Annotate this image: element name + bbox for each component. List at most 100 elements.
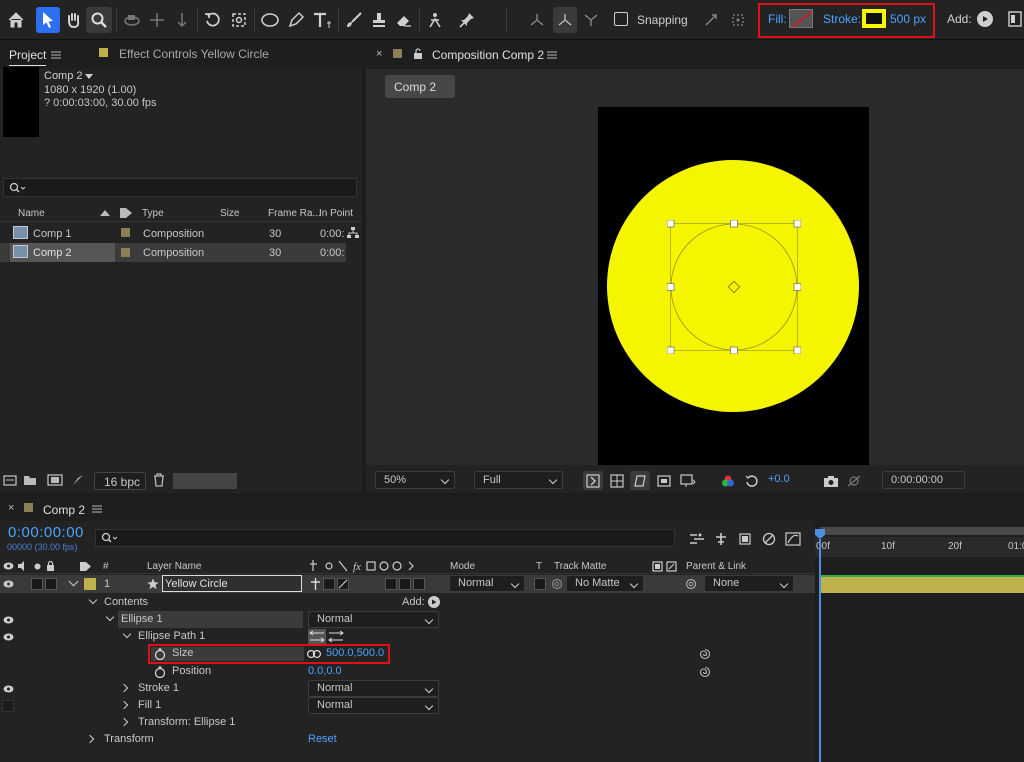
tab-menu-icon[interactable]	[91, 503, 103, 515]
frame-blending-icon[interactable]	[760, 531, 778, 547]
time-graph[interactable]: 00f 10f 20f 01:0	[815, 521, 1024, 762]
puppet-pin-icon[interactable]	[455, 8, 479, 32]
grid-guides-icon[interactable]	[678, 471, 698, 490]
contents-chevron[interactable]	[88, 595, 98, 605]
col-mode[interactable]: Mode	[450, 561, 475, 572]
matte-invert-icon[interactable]	[665, 560, 677, 572]
stroke1-chevron[interactable]	[119, 683, 129, 693]
pan-camera-icon[interactable]	[145, 8, 169, 32]
pen-tool-icon[interactable]	[284, 8, 308, 32]
stopwatch-icon[interactable]	[153, 647, 166, 660]
size-value[interactable]: 500.0,500.0	[326, 647, 384, 659]
path-direction-icons[interactable]	[308, 629, 346, 644]
shape-bounding-box[interactable]	[667, 220, 801, 354]
reset-exposure-icon[interactable]	[742, 471, 762, 490]
dolly-camera-icon[interactable]	[170, 8, 194, 32]
col-in-point[interactable]: In Point	[319, 208, 353, 219]
label-column-icon[interactable]	[118, 206, 134, 220]
new-folder-icon[interactable]	[22, 473, 38, 487]
hand-tool-icon[interactable]	[62, 8, 86, 32]
tab-menu-icon[interactable]	[50, 49, 62, 61]
transform-reset-link[interactable]: Reset	[308, 733, 337, 745]
project-search-input[interactable]	[3, 178, 357, 197]
stroke-label[interactable]: Stroke:	[823, 12, 861, 26]
home-icon[interactable]	[4, 8, 28, 32]
transform-chevron[interactable]	[85, 734, 95, 744]
video-eye-icon[interactable]	[2, 683, 14, 695]
close-tab-icon[interactable]: ×	[376, 48, 382, 60]
ellipse-tool-icon[interactable]	[258, 8, 282, 32]
ellipse1-mode-dropdown[interactable]: Normal	[308, 611, 439, 628]
stroke1-mode-dropdown[interactable]: Normal	[308, 680, 439, 697]
project-item-comp1[interactable]: Comp 1 Composition 30 0:00:	[0, 224, 348, 243]
collapse-switch[interactable]	[323, 578, 335, 590]
orbit-camera-icon[interactable]	[120, 8, 144, 32]
col-size[interactable]: Size	[220, 208, 239, 219]
timeline-timecode[interactable]: 0:00:00:00	[8, 524, 84, 541]
snapping-checkbox[interactable]	[614, 12, 628, 26]
audio-speaker-icon[interactable]	[16, 560, 28, 572]
fill1-mode-dropdown[interactable]: Normal	[308, 697, 439, 714]
trash-icon[interactable]	[151, 472, 167, 488]
position-value[interactable]: 0.0,0.0	[308, 665, 342, 677]
lock-toggle[interactable]	[45, 578, 57, 590]
snap-edges-icon[interactable]	[700, 8, 722, 32]
expression-pickwhip-icon[interactable]	[698, 647, 712, 661]
motion-blur-switch[interactable]	[385, 578, 397, 590]
sort-ascending-icon[interactable]	[100, 210, 110, 216]
region-of-interest-icon[interactable]	[654, 471, 674, 490]
time-ruler[interactable]: 00f 10f 20f 01:0	[815, 537, 1024, 557]
transparency-grid-icon[interactable]	[607, 471, 627, 490]
label-color-swatch[interactable]	[121, 248, 130, 257]
layer-mode-dropdown[interactable]: Normal	[449, 575, 525, 592]
new-composition-icon[interactable]	[46, 473, 64, 487]
add-shape-play-icon[interactable]	[428, 596, 440, 608]
fill1-chevron[interactable]	[119, 700, 129, 710]
label-color-swatch[interactable]	[121, 228, 130, 237]
hide-shy-layers-icon[interactable]	[736, 531, 754, 547]
stroke-width-value[interactable]: 500 px	[890, 12, 926, 26]
col-layer-name[interactable]: Layer Name	[147, 561, 201, 572]
matte-switch-icon[interactable]	[651, 560, 663, 572]
ellipse1-chevron[interactable]	[105, 612, 115, 622]
lock-icon[interactable]	[44, 560, 56, 572]
preserve-transparency-toggle[interactable]	[534, 578, 546, 590]
roto-brush-icon[interactable]	[423, 8, 449, 32]
work-area-bar[interactable]	[820, 527, 1024, 535]
track-matte-dropdown[interactable]: No Matte	[566, 575, 644, 592]
snap-features-icon[interactable]	[727, 8, 749, 32]
exposure-value[interactable]: +0.0	[768, 473, 790, 485]
panel-menu-icon[interactable]	[1006, 10, 1024, 28]
project-settings-icon[interactable]	[70, 472, 86, 488]
local-axis-icon[interactable]	[526, 8, 548, 32]
stopwatch-icon[interactable]	[153, 665, 166, 678]
bit-depth-button[interactable]: 16 bpc	[94, 472, 146, 490]
view-axis-icon[interactable]	[580, 8, 602, 32]
composition-mini-flowchart-icon[interactable]	[688, 531, 706, 547]
close-tab-icon[interactable]: ×	[8, 502, 14, 514]
viewer-timecode[interactable]: 0:00:00:00	[882, 471, 965, 489]
lock-icon[interactable]	[412, 47, 424, 59]
fill-label[interactable]: Fill:	[768, 12, 787, 26]
tab-project[interactable]: Project	[9, 48, 47, 66]
project-scroll-thumb[interactable]	[173, 473, 237, 489]
ellipse-path-chevron[interactable]	[122, 629, 132, 639]
col-t[interactable]: T	[536, 561, 542, 572]
comp-nav-button[interactable]: Comp 2	[385, 75, 455, 98]
rotation-tool-icon[interactable]	[201, 8, 225, 32]
project-item-comp2[interactable]: Comp 2 Composition 30 0:00:	[0, 243, 346, 262]
expression-pickwhip-icon[interactable]	[698, 665, 712, 679]
constrain-proportions-link-icon[interactable]	[306, 647, 322, 660]
shy-switch-icon[interactable]	[309, 577, 321, 591]
clone-stamp-icon[interactable]	[367, 8, 391, 32]
tab-menu-icon[interactable]	[546, 49, 558, 61]
col-name[interactable]: Name	[18, 208, 45, 219]
fast-previews-icon[interactable]	[583, 471, 603, 490]
eraser-tool-icon[interactable]	[392, 8, 416, 32]
flowchart-icon[interactable]	[346, 226, 360, 240]
layer-row-yellow-circle[interactable]: 1 Yellow Circle Normal No Matte None	[0, 575, 815, 593]
resolution-dropdown[interactable]: Full	[474, 471, 563, 489]
parent-dropdown[interactable]: None	[704, 575, 794, 592]
layer-name-field[interactable]: Yellow Circle	[162, 575, 302, 592]
layer-duration-bar[interactable]	[820, 575, 1024, 593]
